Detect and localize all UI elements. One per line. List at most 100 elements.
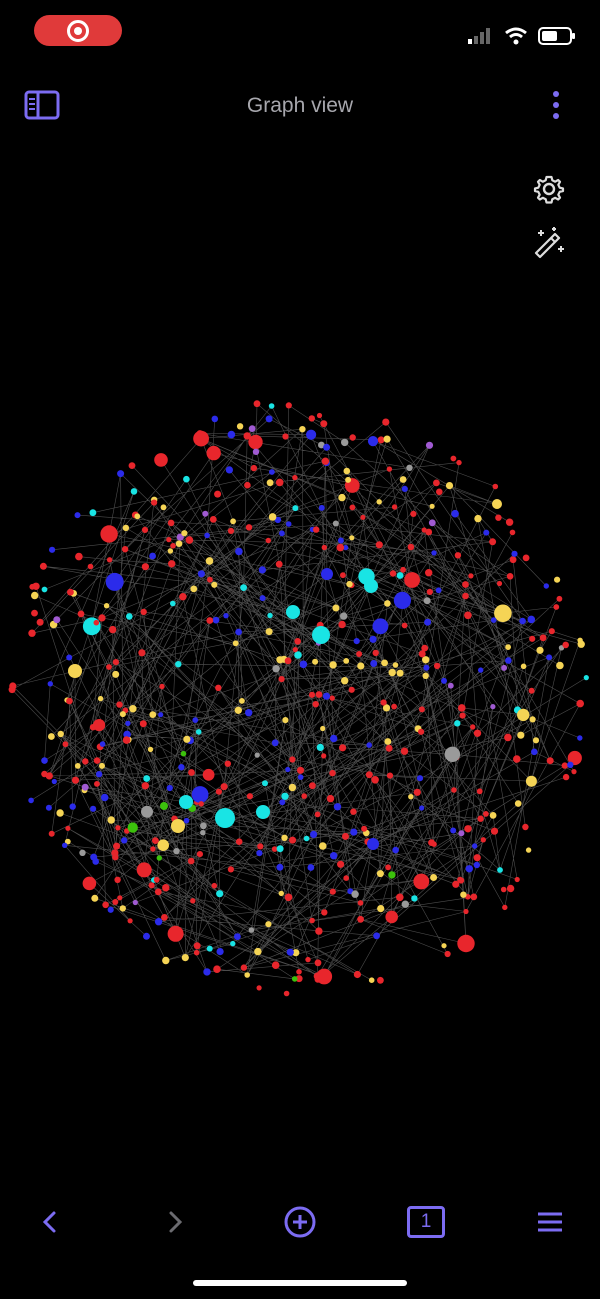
graph-node[interactable]	[435, 587, 442, 594]
graph-node[interactable]	[454, 552, 462, 559]
graph-node[interactable]	[82, 758, 89, 765]
graph-node[interactable]	[128, 462, 136, 469]
graph-node[interactable]	[391, 703, 397, 710]
graph-node[interactable]	[519, 617, 526, 625]
graph-node[interactable]	[256, 985, 262, 991]
graph-node[interactable]	[82, 617, 101, 636]
graph-node[interactable]	[357, 900, 364, 906]
graph-node[interactable]	[376, 499, 382, 505]
graph-node[interactable]	[122, 736, 131, 744]
graph-node[interactable]	[419, 805, 425, 811]
graph-node[interactable]	[492, 483, 499, 490]
graph-node[interactable]	[411, 895, 418, 902]
graph-node[interactable]	[546, 654, 553, 661]
graph-node[interactable]	[340, 572, 346, 579]
graph-node[interactable]	[141, 526, 149, 533]
graph-node[interactable]	[531, 748, 538, 756]
graph-node[interactable]	[106, 557, 113, 563]
graph-node[interactable]	[407, 543, 415, 551]
graph-node[interactable]	[283, 990, 290, 997]
graph-node[interactable]	[316, 412, 323, 419]
graph-node[interactable]	[107, 816, 115, 824]
graph-node[interactable]	[296, 766, 305, 774]
graph-node[interactable]	[305, 956, 311, 963]
graph-node[interactable]	[244, 481, 251, 489]
graph-node[interactable]	[93, 619, 100, 626]
graph-node[interactable]	[234, 933, 241, 940]
graph-node[interactable]	[377, 436, 385, 444]
graph-node[interactable]	[170, 543, 176, 549]
graph-node[interactable]	[464, 825, 472, 833]
graph-node[interactable]	[129, 705, 137, 713]
graph-node[interactable]	[56, 809, 64, 817]
graph-node[interactable]	[48, 733, 55, 740]
graph-node[interactable]	[525, 775, 537, 787]
graph-node[interactable]	[316, 743, 324, 751]
graph-node[interactable]	[456, 459, 462, 466]
graph-node[interactable]	[381, 659, 388, 667]
graph-node[interactable]	[320, 725, 326, 732]
graph-node[interactable]	[203, 968, 211, 976]
graph-node[interactable]	[275, 478, 284, 487]
graph-node[interactable]	[401, 622, 408, 629]
graph-node[interactable]	[299, 426, 306, 433]
graph-node[interactable]	[134, 513, 141, 520]
graph-node[interactable]	[227, 430, 236, 439]
graph-node[interactable]	[289, 756, 296, 763]
graph-node[interactable]	[483, 811, 489, 817]
graph-node[interactable]	[112, 854, 119, 861]
graph-node[interactable]	[372, 618, 389, 635]
graph-node[interactable]	[413, 873, 430, 890]
graph-node[interactable]	[341, 438, 349, 447]
graph-node[interactable]	[423, 597, 431, 605]
graph-node[interactable]	[206, 617, 214, 624]
graph-node[interactable]	[384, 738, 392, 745]
graph-node[interactable]	[92, 858, 99, 865]
graph-node[interactable]	[330, 734, 338, 743]
graph-node[interactable]	[384, 600, 391, 607]
graph-node[interactable]	[281, 792, 289, 800]
graph-node[interactable]	[583, 675, 589, 681]
graph-node[interactable]	[342, 832, 349, 840]
graph-node[interactable]	[93, 757, 101, 764]
graph-node[interactable]	[308, 415, 315, 422]
graph-node[interactable]	[112, 659, 119, 666]
graph-node[interactable]	[329, 888, 336, 895]
graph-node[interactable]	[206, 445, 221, 461]
graph-node[interactable]	[513, 755, 521, 763]
graph-node[interactable]	[132, 899, 138, 906]
graph-node[interactable]	[282, 433, 289, 440]
graph-node[interactable]	[309, 917, 315, 924]
graph-node[interactable]	[278, 890, 284, 897]
graph-node[interactable]	[271, 846, 278, 852]
graph-node[interactable]	[303, 835, 310, 842]
graph-node[interactable]	[285, 402, 292, 409]
graph-node[interactable]	[183, 735, 191, 743]
graph-node[interactable]	[436, 488, 443, 496]
graph-node[interactable]	[301, 793, 308, 799]
graph-node[interactable]	[400, 747, 409, 755]
graph-node[interactable]	[433, 662, 441, 670]
graph-node[interactable]	[340, 612, 348, 620]
graph-node[interactable]	[66, 654, 73, 661]
graph-node[interactable]	[312, 658, 319, 665]
graph-node[interactable]	[351, 890, 359, 898]
graph-node[interactable]	[188, 769, 195, 776]
graph-node[interactable]	[205, 557, 214, 565]
graph-node[interactable]	[271, 739, 279, 747]
graph-node[interactable]	[337, 860, 345, 868]
graph-node[interactable]	[197, 570, 205, 578]
graph-node[interactable]	[258, 566, 266, 574]
graph-node[interactable]	[356, 651, 363, 657]
graph-node[interactable]	[509, 556, 517, 564]
graph-node[interactable]	[339, 744, 347, 752]
graph-node[interactable]	[216, 890, 224, 898]
graph-node[interactable]	[489, 538, 497, 546]
graph-node[interactable]	[200, 822, 207, 830]
graph-node[interactable]	[292, 505, 299, 512]
graph-node[interactable]	[386, 772, 394, 779]
graph-node[interactable]	[227, 527, 235, 534]
graph-node[interactable]	[349, 535, 355, 541]
graph-node[interactable]	[51, 778, 57, 785]
graph-node[interactable]	[179, 795, 193, 809]
